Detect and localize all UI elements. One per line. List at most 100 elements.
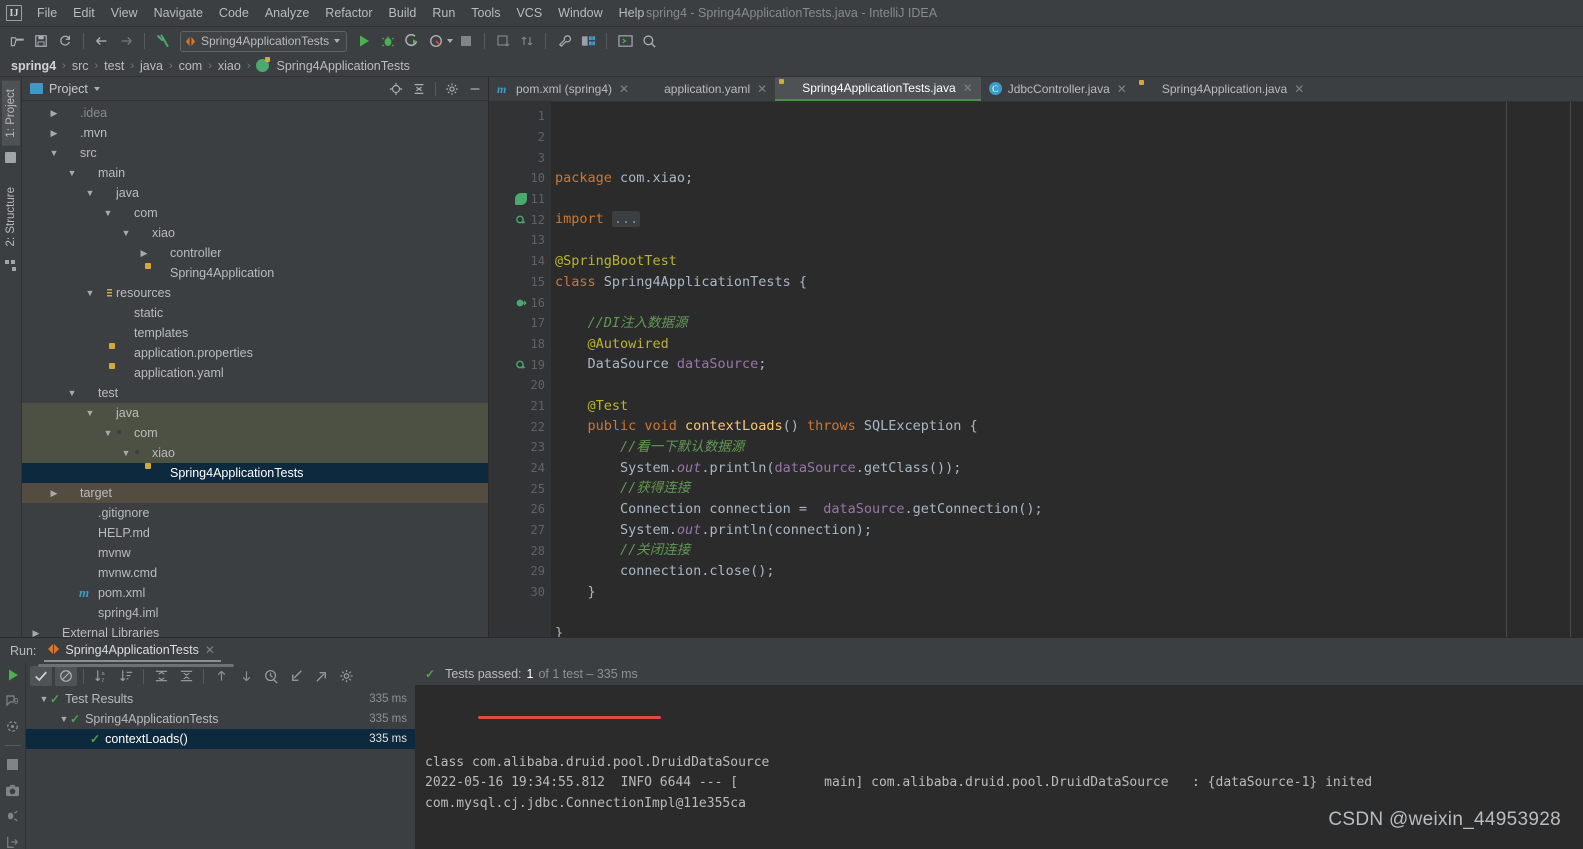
run-tab-spring4applicationtests[interactable]: Spring4ApplicationTests ✕	[44, 640, 221, 662]
code-line-18[interactable]: @Test	[551, 396, 1570, 417]
tree-item-spring4-iml[interactable]: spring4.iml	[22, 603, 488, 623]
tree-item-help-md[interactable]: HELP.md	[22, 523, 488, 543]
chevron-down-icon[interactable]	[93, 86, 100, 91]
editor-scrollbar[interactable]	[1571, 102, 1583, 637]
code-line-27[interactable]: }	[551, 582, 1570, 603]
editor-code[interactable]: package com.xiao; +import ... @SpringBoo…	[551, 102, 1570, 637]
tree-item-external-libraries[interactable]: ▶ External Libraries	[22, 623, 488, 637]
tree-item-xiao[interactable]: ▼ xiao	[22, 223, 488, 243]
history-icon[interactable]	[260, 666, 282, 686]
gutter-line-14[interactable]: 14	[489, 251, 551, 272]
tool-window-drag-handle[interactable]	[38, 664, 234, 667]
tree-item-spring4application[interactable]: Spring4Application	[22, 263, 488, 283]
chevron-down-icon[interactable]	[334, 39, 341, 43]
chevron-down-icon[interactable]: ▼	[48, 148, 60, 158]
chevron-right-icon[interactable]: ▶	[138, 248, 150, 259]
settings-gear-icon[interactable]	[445, 82, 459, 96]
gutter-line-29[interactable]: 29	[489, 561, 551, 582]
gutter-line-20[interactable]: 20	[489, 375, 551, 396]
sort-alphabetically-icon[interactable]: az	[90, 666, 112, 686]
test-row-spring4applicationtests[interactable]: ▼ ✓ Spring4ApplicationTests 335 ms	[26, 709, 415, 729]
editor-tab-spring4application-java[interactable]: Spring4Application.java ✕	[1135, 77, 1312, 101]
code-line-29[interactable]: }	[551, 623, 1570, 637]
chevron-right-icon[interactable]: ▶	[48, 488, 60, 499]
menu-item-view[interactable]: View	[103, 3, 146, 23]
gutter-line-16[interactable]: 16	[489, 292, 551, 313]
test-row-test-results[interactable]: ▼ ✓ Test Results 335 ms	[26, 689, 415, 709]
gutter-line-15[interactable]: 15	[489, 272, 551, 293]
project-tree[interactable]: ▶ .idea ▶ .mvn ▼ src ▼ main ▼ java ▼ com ▼ xiao ▶ contr…	[22, 101, 488, 637]
chevron-down-icon[interactable]: ▼	[102, 428, 114, 438]
sidebar-item-project[interactable]: 1: Project	[1, 81, 20, 146]
chevron-down-icon[interactable]: ▼	[84, 408, 96, 418]
tree-item-pom-xml[interactable]: m pom.xml	[22, 583, 488, 603]
spring-leaf-icon[interactable]	[515, 193, 527, 206]
locate-target-icon[interactable]	[389, 82, 403, 96]
breadcrumb-item-com[interactable]: com	[176, 58, 206, 74]
code-line-12[interactable]: class Spring4ApplicationTests {	[551, 272, 1570, 293]
tree-item-xiao[interactable]: ▼ xiao	[22, 443, 488, 463]
tree-item-target[interactable]: ▶ target	[22, 483, 488, 503]
search-everywhere-icon[interactable]	[638, 30, 660, 52]
menu-item-code[interactable]: Code	[211, 3, 257, 23]
run-test-method-icon[interactable]	[515, 359, 527, 371]
editor-tab-application-yaml[interactable]: application.yaml ✕	[637, 77, 775, 101]
breadcrumb-item-spring4[interactable]: spring4	[8, 58, 59, 74]
code-line-24[interactable]: System.out.println(connection);	[551, 520, 1570, 541]
code-line-13[interactable]	[551, 292, 1570, 313]
gutter-line-25[interactable]: 25	[489, 478, 551, 499]
tree-item-com[interactable]: ▼ com	[22, 203, 488, 223]
open-folder-icon[interactable]	[6, 30, 28, 52]
stop-icon[interactable]	[455, 30, 477, 52]
update-project-icon[interactable]	[492, 30, 514, 52]
chevron-down-icon[interactable]: ▼	[38, 694, 50, 704]
save-icon[interactable]	[30, 30, 52, 52]
gutter-line-24[interactable]: 24	[489, 458, 551, 479]
expand-all-icon[interactable]	[150, 666, 172, 686]
tree-item-static[interactable]: static	[22, 303, 488, 323]
menu-item-window[interactable]: Window	[550, 3, 610, 23]
tree-item-mvnw[interactable]: mvnw	[22, 543, 488, 563]
close-icon[interactable]: ✕	[757, 82, 767, 96]
code-line-22[interactable]: //获得连接	[551, 478, 1570, 499]
export-icon[interactable]	[5, 834, 21, 849]
chevron-down-icon[interactable]: ▼	[120, 448, 132, 458]
gutter-line-17[interactable]: 17	[489, 313, 551, 334]
code-line-21[interactable]: System.out.println(dataSource.getClass()…	[551, 458, 1570, 479]
screenshot-icon[interactable]	[5, 783, 21, 798]
gutter-line-10[interactable]: 10	[489, 168, 551, 189]
menu-item-file[interactable]: File	[29, 3, 65, 23]
code-line-2[interactable]	[551, 189, 1570, 210]
chevron-right-icon[interactable]: ▶	[48, 108, 60, 119]
settings-gear-icon[interactable]	[335, 666, 357, 686]
menu-item-run[interactable]: Run	[424, 3, 463, 23]
sidebar-item-structure[interactable]: 2: Structure	[2, 179, 20, 254]
hide-minus-icon[interactable]	[468, 82, 482, 96]
code-line-19[interactable]: public void contextLoads() throws SQLExc…	[551, 416, 1570, 437]
menu-item-analyze[interactable]: Analyze	[257, 3, 317, 23]
menu-item-edit[interactable]: Edit	[65, 3, 103, 23]
tree-item-resources[interactable]: ▼ resources	[22, 283, 488, 303]
code-line-15[interactable]: @Autowired	[551, 334, 1570, 355]
gutter-line-23[interactable]: 23	[489, 437, 551, 458]
commit-icon[interactable]	[516, 30, 538, 52]
tree-item-com[interactable]: ▼ com	[22, 423, 488, 443]
chevron-down-icon[interactable]: ▼	[84, 188, 96, 198]
profiler-chevron-icon[interactable]	[447, 39, 454, 43]
code-line-28[interactable]	[551, 603, 1570, 624]
stop-icon[interactable]	[5, 757, 21, 772]
gutter-line-2[interactable]: 2	[489, 127, 551, 148]
close-icon[interactable]: ✕	[1117, 82, 1127, 96]
breadcrumb-item-java[interactable]: java	[137, 58, 166, 74]
chevron-down-icon[interactable]: ▼	[66, 388, 78, 398]
next-failed-icon[interactable]	[235, 666, 257, 686]
collapse-all-icon[interactable]	[175, 666, 197, 686]
editor-tab-jdbccontroller-java[interactable]: C JdbcController.java ✕	[981, 77, 1135, 101]
menu-item-help[interactable]: Help	[611, 3, 653, 23]
run-with-coverage-icon[interactable]	[401, 30, 423, 52]
tree-item-spring4applicationtests[interactable]: Spring4ApplicationTests	[22, 463, 488, 483]
run-icon[interactable]	[353, 30, 375, 52]
tree-item-main[interactable]: ▼ main	[22, 163, 488, 183]
breadcrumb-item-test[interactable]: test	[101, 58, 127, 74]
prev-failed-icon[interactable]	[210, 666, 232, 686]
